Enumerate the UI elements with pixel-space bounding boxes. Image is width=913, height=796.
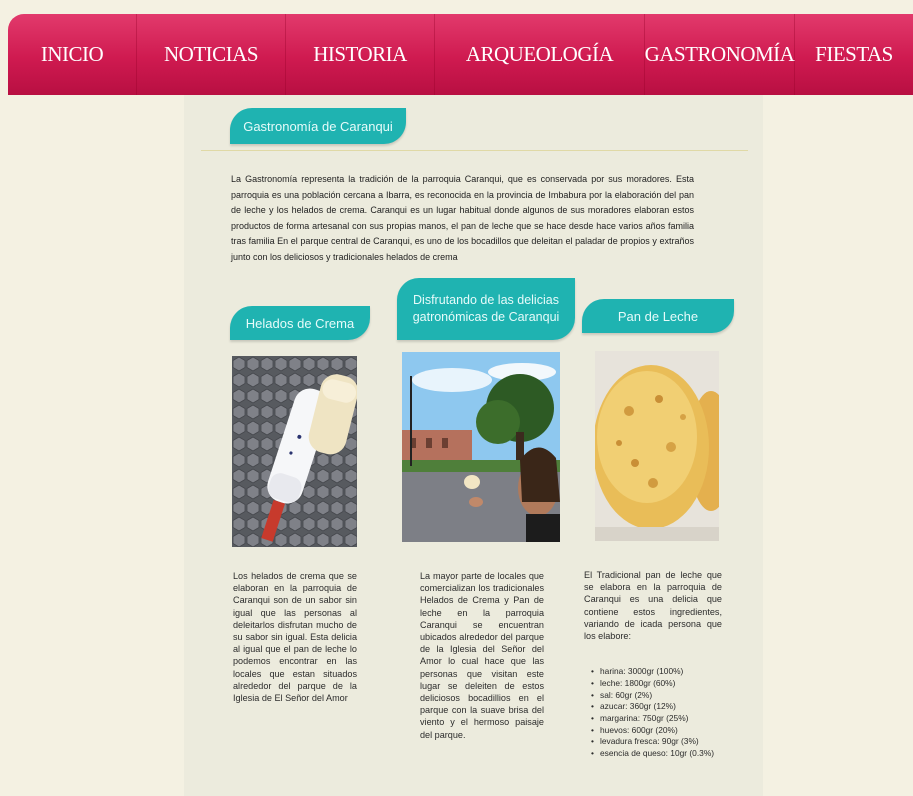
nav-item-fiestas[interactable]: FIESTAS <box>795 14 913 95</box>
helados-text: Los helados de crema que se elaboran en … <box>233 571 357 704</box>
ingredient-item: huevos: 600gr (20%) <box>584 725 722 737</box>
page-title: Gastronomía de Caranqui <box>230 108 406 144</box>
content-panel: Gastronomía de Caranqui La Gastronomía r… <box>184 95 763 796</box>
delicias-heading: Disfrutando de las delicias gatronómicas… <box>397 278 575 340</box>
parque-photo <box>402 352 560 542</box>
ingredient-item: azucar: 360gr (12%) <box>584 701 722 713</box>
nav-item-noticias[interactable]: NOTICIAS <box>137 14 286 95</box>
nav-item-arqueologia[interactable]: ARQUEOLOGÍA <box>435 14 645 95</box>
pan-text: El Tradicional pan de leche que se elabo… <box>584 570 722 642</box>
ingredient-item: esencia de queso: 10gr (0.3%) <box>584 748 722 760</box>
intro-paragraph: La Gastronomía representa la tradición d… <box>231 174 694 262</box>
parque-image <box>402 352 560 542</box>
pan-photo <box>595 351 719 541</box>
helados-image <box>232 356 357 547</box>
ingredient-item: leche: 1800gr (60%) <box>584 678 722 690</box>
helados-photo <box>232 356 357 547</box>
nav-item-gastronomia[interactable]: GASTRONOMÍA <box>645 14 795 95</box>
ingredient-item: sal: 60gr (2%) <box>584 690 722 702</box>
ingredient-item: levadura fresca: 90gr (3%) <box>584 736 722 748</box>
delicias-text: La mayor parte de locales que comerciali… <box>420 571 544 740</box>
pan-heading: Pan de Leche <box>582 299 734 333</box>
top-nav-bar: INICIO NOTICIAS HISTORIA ARQUEOLOGÍA GAS… <box>8 14 913 95</box>
pan-column: El Tradicional pan de leche que se elabo… <box>584 569 722 760</box>
pan-image <box>595 351 719 541</box>
nav-item-historia[interactable]: HISTORIA <box>286 14 435 95</box>
ingredients-list: harina: 3000gr (100%) leche: 1800gr (60%… <box>584 666 722 760</box>
ingredient-item: margarina: 750gr (25%) <box>584 713 722 725</box>
nav-item-inicio[interactable]: INICIO <box>8 14 137 95</box>
ingredient-item: harina: 3000gr (100%) <box>584 666 722 678</box>
helados-heading: Helados de Crema <box>230 306 370 340</box>
title-divider <box>201 150 748 151</box>
